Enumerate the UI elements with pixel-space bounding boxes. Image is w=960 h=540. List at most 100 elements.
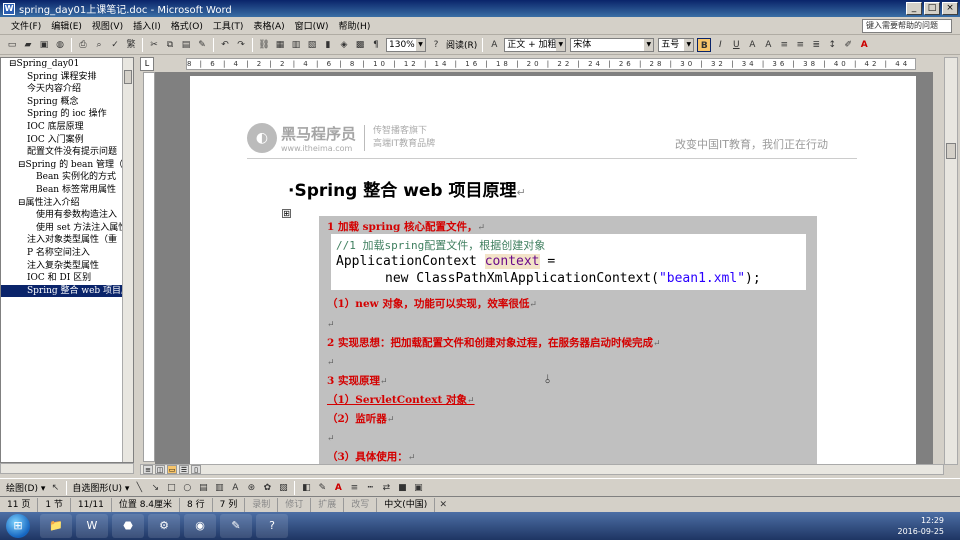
editor-app-icon[interactable]: ✎ xyxy=(220,514,252,538)
italic-button[interactable]: I xyxy=(713,38,727,52)
rectangle-tool-icon[interactable]: □ xyxy=(164,481,178,495)
font-color-icon[interactable]: A xyxy=(857,38,871,52)
document-map-hscrollbar[interactable] xyxy=(0,463,134,474)
word-app-icon[interactable]: W xyxy=(3,2,15,15)
menu-edit[interactable]: 编辑(E) xyxy=(46,19,87,32)
map-item[interactable]: Bean 实例化的方式 xyxy=(1,171,123,184)
picture-icon[interactable]: ▨ xyxy=(276,481,290,495)
spelling-icon[interactable]: ✓ xyxy=(108,38,122,52)
normal-view-icon[interactable]: ≡ xyxy=(143,465,153,474)
explorer-icon[interactable]: 📁 xyxy=(40,514,72,538)
settings-app-icon[interactable]: ⚙ xyxy=(148,514,180,538)
line-style-icon[interactable]: ≡ xyxy=(347,481,361,495)
map-item[interactable]: IOC 底层原理 xyxy=(1,121,123,134)
word-taskbar-icon[interactable]: W xyxy=(76,514,108,538)
wordart-icon[interactable]: A xyxy=(228,481,242,495)
map-item[interactable]: 使用有参数构造注入 xyxy=(1,209,123,222)
map-item[interactable]: IOC 入门案例 xyxy=(1,134,123,147)
vertical-textbox-icon[interactable]: ▥ xyxy=(212,481,226,495)
map-item[interactable]: 注入复杂类型属性 xyxy=(1,260,123,273)
show-hide-icon[interactable]: ¶ xyxy=(369,38,383,52)
map-item[interactable]: Spring 课程安排 xyxy=(1,71,123,84)
arrow-style-icon[interactable]: ⇄ xyxy=(379,481,393,495)
map-item[interactable]: Bean 标签常用属性 xyxy=(1,184,123,197)
map-item[interactable]: P 名称空间注入 xyxy=(1,247,123,260)
map-item[interactable]: IOC 和 DI 区别 xyxy=(1,272,123,285)
save-icon[interactable]: ▣ xyxy=(37,38,51,52)
map-item-selected[interactable]: Spring 整合 web 项目原 xyxy=(1,284,123,298)
tables-borders-icon[interactable]: ▦ xyxy=(273,38,287,52)
status-record[interactable]: 录制 xyxy=(245,497,279,512)
reading-view-icon[interactable]: ▯ xyxy=(191,465,201,474)
scrollbar-thumb[interactable] xyxy=(946,143,956,159)
map-item-property-injection[interactable]: ⊟属性注入介绍 xyxy=(1,197,123,210)
hyperlink-icon[interactable]: ⛓ xyxy=(257,38,271,52)
oval-tool-icon[interactable]: ○ xyxy=(180,481,194,495)
read-mode-button[interactable]: 阅读(R) xyxy=(446,38,477,51)
help-icon[interactable]: ? xyxy=(429,38,443,52)
map-item[interactable]: 配置文件没有提示问题 xyxy=(1,146,123,159)
fill-color-icon[interactable]: ◧ xyxy=(299,481,313,495)
align-center-icon[interactable]: ≡ xyxy=(793,38,807,52)
status-track-changes[interactable]: 修订 xyxy=(278,497,312,512)
minimize-button[interactable]: _ xyxy=(906,2,922,15)
font-size-combo[interactable]: 五号 ▼ xyxy=(658,37,695,52)
code-snippet[interactable]: //1 加载spring配置文件，根据创建对象 ApplicationConte… xyxy=(331,234,806,290)
map-item-spring-day01[interactable]: ⊟Spring_day01 xyxy=(1,58,123,71)
char-border-icon[interactable]: A xyxy=(745,38,759,52)
diagram-icon[interactable]: ⊛ xyxy=(244,481,258,495)
help-search-input[interactable]: 键入需要帮助的问题 xyxy=(862,18,952,33)
text-line[interactable]: （1）ServletContext 对象↵ xyxy=(327,392,475,407)
page-scrollbar[interactable] xyxy=(944,57,958,465)
textbox-tool-icon[interactable]: ▤ xyxy=(196,481,210,495)
spelling-status-icon[interactable]: ✕ xyxy=(436,498,450,512)
font-color-icon[interactable]: A xyxy=(331,481,345,495)
font-combo[interactable]: 宋体 ▼ xyxy=(570,37,655,52)
status-extend[interactable]: 扩展 xyxy=(311,497,345,512)
vertical-ruler[interactable] xyxy=(143,72,155,462)
line-spacing-icon[interactable]: ↕ xyxy=(825,38,839,52)
document-map-icon[interactable]: ▩ xyxy=(353,38,367,52)
copy-icon[interactable]: ⧉ xyxy=(163,38,177,52)
redo-icon[interactable]: ↷ xyxy=(234,38,248,52)
char-scale-icon[interactable]: A xyxy=(761,38,775,52)
line-color-icon[interactable]: ✎ xyxy=(315,481,329,495)
red-app-icon[interactable]: ⬣ xyxy=(112,514,144,538)
empty-line[interactable]: ↵ xyxy=(327,432,335,444)
tab-selector-icon[interactable]: L xyxy=(140,57,154,71)
permission-icon[interactable]: ◍ xyxy=(53,38,67,52)
paste-icon[interactable]: ▤ xyxy=(179,38,193,52)
text-line[interactable]: 3 实现原理↵ xyxy=(327,373,388,388)
map-item[interactable]: 注入对象类型属性（重 xyxy=(1,234,123,247)
chevron-down-icon[interactable]: ▼ xyxy=(416,38,425,51)
menu-file[interactable]: 文件(F) xyxy=(6,19,46,32)
document-map-scrollbar[interactable] xyxy=(122,58,133,462)
menu-table[interactable]: 表格(A) xyxy=(248,19,289,32)
menu-insert[interactable]: 插入(I) xyxy=(128,19,166,32)
section-heading[interactable]: ·Spring 整合 web 项目原理↵ xyxy=(288,176,526,201)
3d-style-icon[interactable]: ▣ xyxy=(411,481,425,495)
menu-window[interactable]: 窗口(W) xyxy=(290,19,334,32)
map-item[interactable]: Spring 概念 xyxy=(1,96,123,109)
research-icon[interactable]: 繁 xyxy=(124,38,138,52)
map-item[interactable]: 使用 set 方法注入属性 xyxy=(1,222,123,235)
drawing-icon[interactable]: ◈ xyxy=(337,38,351,52)
zoom-combo[interactable]: 130% ▼ xyxy=(386,37,426,52)
map-item[interactable]: Spring 的 ioc 操作 xyxy=(1,108,123,121)
undo-icon[interactable]: ↶ xyxy=(218,38,232,52)
draw-menu-button[interactable]: 绘图(D) ▾ xyxy=(6,481,45,494)
outline-view-icon[interactable]: ☰ xyxy=(179,465,189,474)
align-left-icon[interactable]: ≡ xyxy=(777,38,791,52)
dash-style-icon[interactable]: ┅ xyxy=(363,481,377,495)
clipart-icon[interactable]: ✿ xyxy=(260,481,274,495)
close-button[interactable]: × xyxy=(942,2,958,15)
open-folder-icon[interactable]: ▰ xyxy=(21,38,35,52)
bold-button[interactable]: B xyxy=(697,37,712,52)
text-line[interactable]: 2 实现思想：把加载配置文件和创建对象过程，在服务器启动时候完成↵ xyxy=(327,335,661,350)
print-preview-icon[interactable]: ⌕ xyxy=(92,38,106,52)
horizontal-ruler[interactable]: 8 | 6 | 4 | 2 | 2 | 4 | 6 | 8 | 10 | 12 … xyxy=(186,58,916,70)
highlight-icon[interactable]: ✐ xyxy=(841,38,855,52)
start-button[interactable]: ⊞ xyxy=(6,514,30,538)
cut-icon[interactable]: ✂ xyxy=(147,38,161,52)
scrollbar-thumb[interactable] xyxy=(124,70,132,84)
